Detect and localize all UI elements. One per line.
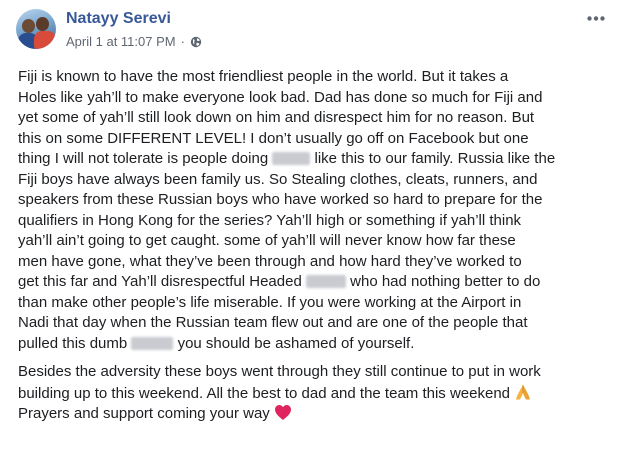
text-segment: building up to this weekend. All the bes… <box>18 384 510 402</box>
text-line: Prayers and support coming your way <box>18 404 614 425</box>
post-text: Fiji is known to have the most friendlie… <box>18 67 614 425</box>
text-line: yet some of yah’ll still look down on hi… <box>18 109 535 126</box>
censored-word <box>272 152 311 165</box>
text-segment: like this to our family. Russia like the <box>314 150 556 167</box>
text-line: yah’ll ain’t going to get caught. some o… <box>18 232 516 249</box>
censored-word <box>131 336 174 350</box>
post-paragraph-2: Besides the adversity these boys went th… <box>18 362 614 425</box>
text-line: qualifiers in Hong Kong for the series? … <box>18 211 522 229</box>
avatar-person-right <box>34 31 56 49</box>
text-segment: Prayers and support coming your way <box>18 405 270 422</box>
text-segment: pulled this dumb <box>18 334 128 352</box>
text-segment: get this far and Yah’ll disrespectful He… <box>18 273 302 290</box>
post-meta: April 1 at 11:07 PM · <box>66 34 202 49</box>
text-line: Besides the adversity these boys went th… <box>18 363 541 380</box>
avatar-head-right <box>36 17 49 31</box>
globe-icon[interactable] <box>190 36 202 48</box>
praying-hands-icon <box>516 384 530 399</box>
post-paragraph-1: Fiji is known to have the most friendlie… <box>18 67 614 354</box>
text-line: speakers from these Russian boys who hav… <box>18 191 543 208</box>
post-timestamp[interactable]: April 1 at 11:07 PM <box>66 34 176 49</box>
text-line: Nadi that day when the Russian team flew… <box>18 314 528 331</box>
red-heart-icon <box>274 405 291 420</box>
text-line: pulled this dumb you should be ashamed o… <box>18 334 614 355</box>
text-line: men have gone, what they’ve been through… <box>18 252 522 270</box>
text-line: Fiji boys have always been family us. So… <box>18 170 538 188</box>
avatar[interactable] <box>16 9 56 49</box>
author-name[interactable]: Natayy Serevi <box>66 10 171 28</box>
text-line: building up to this weekend. All the bes… <box>18 383 614 405</box>
text-line: thing I will not tolerate is people doin… <box>18 149 614 170</box>
text-line: get this far and Yah’ll disrespectful He… <box>18 272 614 293</box>
text-line: this on some DIFFERENT LEVEL! I don’t us… <box>18 129 529 147</box>
text-segment: thing I will not tolerate is people doin… <box>18 150 269 167</box>
text-segment: you should be ashamed of yourself. <box>177 334 415 352</box>
text-line: Fiji is known to have the most friendlie… <box>18 68 509 85</box>
avatar-head-left <box>22 19 35 33</box>
text-line: Holes like yah’ll to make everyone look … <box>18 88 543 106</box>
more-options-icon[interactable] <box>585 10 607 26</box>
facebook-post: Natayy Serevi April 1 at 11:07 PM · Fiji… <box>0 0 620 469</box>
text-line: than make other people’s life miserable.… <box>18 293 522 311</box>
censored-word <box>305 275 346 288</box>
text-segment: who had nothing better to do <box>350 273 541 290</box>
meta-separator: · <box>180 34 185 49</box>
